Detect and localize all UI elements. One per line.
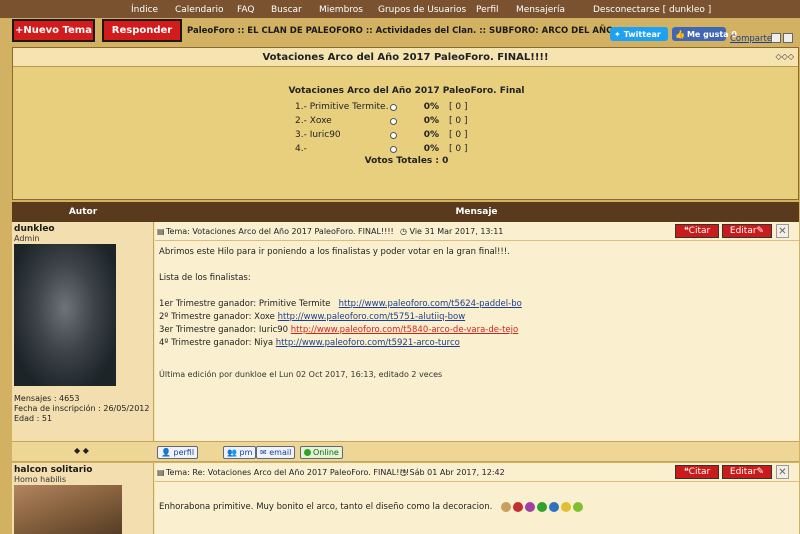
avatar <box>14 244 116 386</box>
poll-box: Votaciones Arco del Año 2017 PaleoForo. … <box>12 47 799 200</box>
smiley-icon <box>513 501 524 512</box>
clock-icon: ◷ <box>400 468 407 477</box>
nav-index[interactable]: Índice <box>131 5 158 15</box>
post-message: ▤ Tema: Re: Votaciones Arco del Año 2017… <box>155 463 799 534</box>
email-icon: ✉ <box>260 448 267 457</box>
nav-arrows-icon[interactable]: ◇◇◇ <box>776 52 794 61</box>
posts-table-header: Autor Mensaje <box>12 202 799 222</box>
online-status: Online <box>300 446 343 459</box>
nav-profile[interactable]: Perfil <box>476 5 499 15</box>
poll-option: 4.- 0%[ 0 ] <box>295 144 468 154</box>
new-topic-button[interactable]: +Nuevo Tema <box>12 19 95 42</box>
nav-usergroups[interactable]: Grupos de Usuarios <box>378 5 466 15</box>
post-author-panel: dunkleo Admin Mensajes : 4653 Fecha de i… <box>12 222 154 441</box>
finalist-link[interactable]: http://www.paleoforo.com/t5840-arco-de-v… <box>291 325 518 335</box>
reply-button[interactable]: Responder <box>102 19 182 42</box>
edit-button[interactable]: Editar ✎ <box>722 465 772 479</box>
delete-icon[interactable]: ✕ <box>776 465 789 479</box>
post-message: ▤ Tema: Votaciones Arco del Año 2017 Pal… <box>155 222 799 441</box>
quote-button[interactable]: ❝ Citar <box>675 465 719 479</box>
smiley-icon <box>525 501 536 512</box>
clock-icon: ◷ <box>400 227 407 236</box>
finalist-link[interactable]: http://www.paleoforo.com/t5751-alutiiq-b… <box>278 312 466 322</box>
topic-title-bar: Votaciones Arco del Año 2017 PaleoForo. … <box>13 48 798 67</box>
author-stats: Mensajes : 4653 Fecha de inscripción : 2… <box>14 394 150 423</box>
breadcrumb[interactable]: PaleoForo :: EL CLAN DE PALEOFORO :: Act… <box>187 26 613 36</box>
author-column-header: Autor <box>68 207 98 217</box>
twitter-button[interactable]: ✦ Twittear <box>610 27 668 41</box>
quote-button[interactable]: ❝ Citar <box>675 224 719 238</box>
post-header: ▤ Tema: Votaciones Arco del Año 2017 Pal… <box>155 222 799 241</box>
top-navigation: Índice Calendario FAQ Buscar Miembros Gr… <box>0 0 800 18</box>
share-icons <box>771 33 793 43</box>
nav-members[interactable]: Miembros <box>319 5 363 15</box>
post-date: ◷ Sáb 01 Abr 2017, 12:42 <box>400 468 505 477</box>
post-subject[interactable]: Tema: Votaciones Arco del Año 2017 Paleo… <box>166 227 394 236</box>
smiley-icon <box>573 501 584 512</box>
smiley-icons <box>501 501 584 512</box>
twitter-icon: ✦ <box>614 29 621 39</box>
smiley-icon <box>549 501 560 512</box>
email-button[interactable]: ✉ email <box>256 446 296 459</box>
nav-logout[interactable]: Desconectarse [ dunkleo ] <box>593 5 711 15</box>
vote-bar-icon <box>390 131 397 139</box>
pm-icon: 👥 <box>227 448 237 457</box>
edit-button[interactable]: Editar ✎ <box>722 224 772 238</box>
post-author-panel: halcon solitario Homo habilis <box>12 463 154 534</box>
nav-calendar[interactable]: Calendario <box>175 5 223 15</box>
delete-icon[interactable]: ✕ <box>776 224 789 238</box>
edit-note: Última edición por dunkloe el Lun 02 Oct… <box>159 370 443 379</box>
post-date: ◷ Vie 31 Mar 2017, 13:11 <box>400 227 504 236</box>
pencil-icon: ✎ <box>756 226 765 236</box>
smiley-icon <box>501 501 512 512</box>
author-name[interactable]: halcon solitario <box>14 465 92 475</box>
avatar <box>14 485 122 534</box>
nav-search[interactable]: Buscar <box>271 5 302 15</box>
post-body: Enhorabona primitive. Muy bonito el arco… <box>159 501 584 514</box>
author-name[interactable]: dunkleo <box>14 224 55 234</box>
pencil-icon: ✎ <box>756 467 765 477</box>
poll-title: Votaciones Arco del Año 2017 PaleoForo. … <box>288 86 525 96</box>
author-rank: Homo habilis <box>14 475 67 484</box>
vote-bar-icon <box>390 117 397 125</box>
smiley-icon <box>537 501 548 512</box>
poll-option: 3.- Iuric90 0%[ 0 ] <box>295 130 468 140</box>
post-body: Abrimos este Hilo para ir poniendo a los… <box>159 247 522 348</box>
post-footer: ◆ ◆ 👤 perfil 👥 pm ✉ email Online <box>12 442 799 462</box>
online-dot-icon <box>304 449 311 456</box>
post-header: ▤ Tema: Re: Votaciones Arco del Año 2017… <box>155 463 799 482</box>
author-rank: Admin <box>14 234 40 243</box>
post-subject[interactable]: Tema: Re: Votaciones Arco del Año 2017 P… <box>166 468 409 477</box>
facebook-like-button[interactable]: 👍 Me gusta 0 <box>672 27 737 41</box>
profile-button[interactable]: 👤 perfil <box>157 446 199 459</box>
poll-option: 2.- Xoxe 0%[ 0 ] <box>295 116 468 126</box>
document-icon: ▤ <box>157 227 165 236</box>
share-icon[interactable] <box>783 33 793 43</box>
document-icon: ▤ <box>157 468 165 477</box>
finalist-link[interactable]: http://www.paleoforo.com/t5921-arco-turc… <box>276 338 460 348</box>
profile-icon: 👤 <box>161 448 171 457</box>
nav-messaging[interactable]: Mensajería <box>516 5 565 15</box>
poll-option: 1.- Primitive Termite. 0%[ 0 ] <box>295 102 468 112</box>
pm-button[interactable]: 👥 pm <box>223 446 257 459</box>
post: dunkleo Admin Mensajes : 4653 Fecha de i… <box>12 222 799 442</box>
finalist-link[interactable]: http://www.paleoforo.com/t5624-paddel-bo <box>339 299 522 309</box>
message-column-header: Mensaje <box>455 207 498 217</box>
smiley-icon <box>561 501 572 512</box>
thumbs-up-icon: 👍 <box>675 29 685 39</box>
vote-bar-icon <box>390 103 397 111</box>
vote-bar-icon <box>390 145 397 153</box>
post: halcon solitario Homo habilis ▤ Tema: Re… <box>12 463 799 534</box>
up-down-arrows-icon[interactable]: ◆ ◆ <box>74 446 89 455</box>
share-icon[interactable] <box>771 33 781 43</box>
nav-faq[interactable]: FAQ <box>237 5 254 15</box>
topic-title: Votaciones Arco del Año 2017 PaleoForo. … <box>262 51 549 63</box>
poll-total: Votos Totales : 0 <box>364 156 449 166</box>
share-link[interactable]: Comparte <box>730 34 772 44</box>
